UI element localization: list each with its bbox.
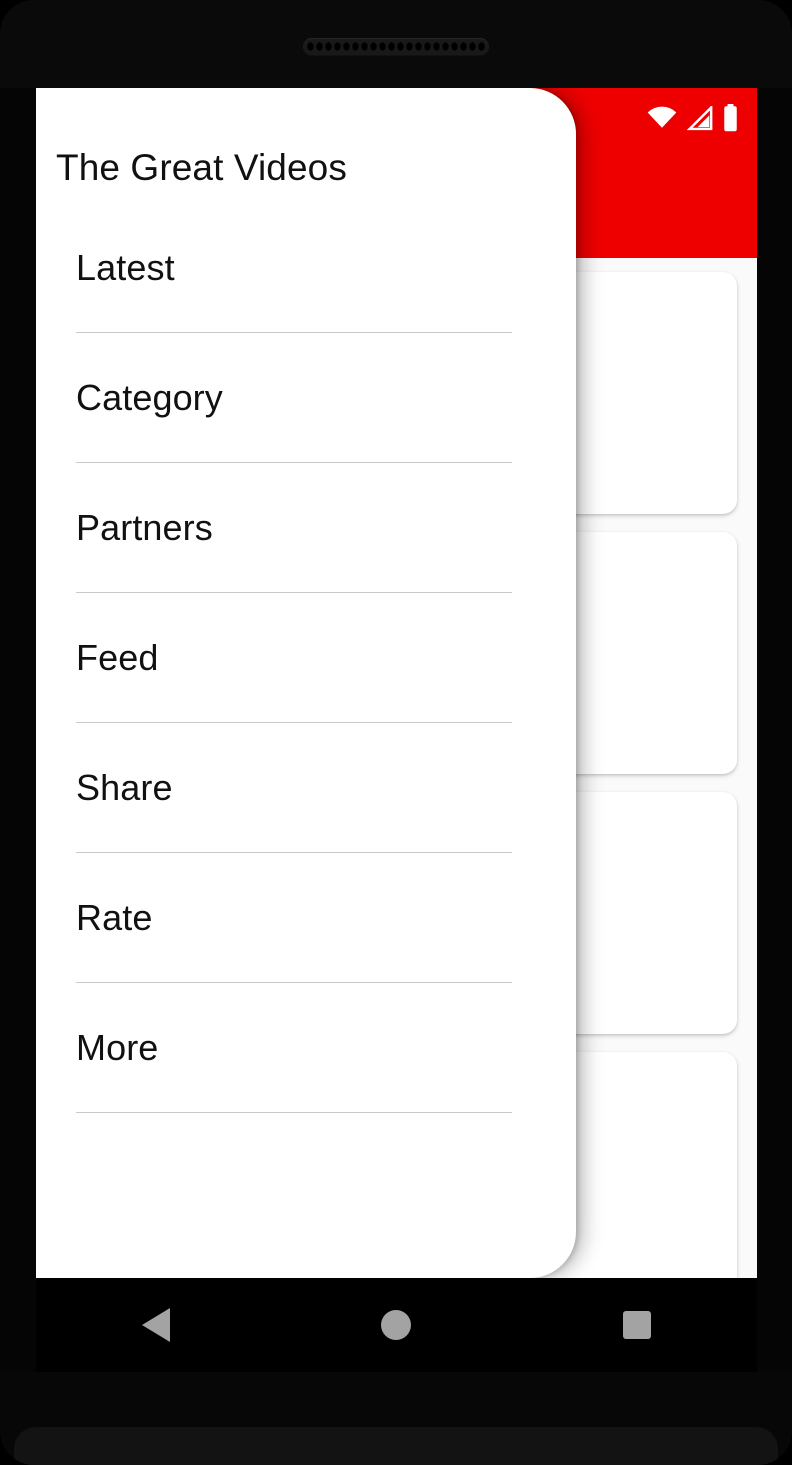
battery-full-icon xyxy=(724,104,737,132)
sidebar-item-feed[interactable]: Feed xyxy=(36,593,576,723)
back-triangle-icon xyxy=(142,1308,171,1342)
recents-button[interactable] xyxy=(592,1278,682,1372)
sidebar-item-label: Partners xyxy=(76,507,213,548)
speaker-grille-icon xyxy=(303,38,489,55)
back-button[interactable] xyxy=(111,1278,201,1372)
navigation-drawer[interactable]: The Great Videos Latest Category Partner… xyxy=(36,88,576,1278)
sidebar-item-label: Feed xyxy=(76,637,159,678)
drawer-header: The Great Videos xyxy=(36,88,576,203)
android-nav-bar xyxy=(36,1278,757,1372)
sidebar-item-label: Share xyxy=(76,767,173,808)
wifi-icon xyxy=(647,106,677,128)
sidebar-item-rate[interactable]: Rate xyxy=(36,853,576,983)
recents-square-icon xyxy=(622,1311,651,1339)
divider xyxy=(76,1112,512,1113)
home-circle-icon xyxy=(381,1310,412,1340)
cellular-signal-icon xyxy=(686,105,713,130)
sidebar-item-partners[interactable]: Partners xyxy=(36,463,576,593)
device-top-bezel xyxy=(0,0,792,88)
phone-screen: kard against... (2015) 015) A lents d...… xyxy=(36,88,757,1278)
status-bar-right xyxy=(647,104,739,132)
sidebar-item-label: Rate xyxy=(76,897,153,938)
home-button[interactable] xyxy=(351,1278,441,1372)
sidebar-item-latest[interactable]: Latest xyxy=(36,203,576,333)
sidebar-item-share[interactable]: Share xyxy=(36,723,576,853)
sidebar-item-label: Category xyxy=(76,377,223,418)
sidebar-item-label: Latest xyxy=(76,247,175,288)
device-frame: kard against... (2015) 015) A lents d...… xyxy=(0,0,792,1465)
sidebar-item-more[interactable]: More xyxy=(36,983,576,1113)
device-chin-accent xyxy=(14,1427,778,1465)
app-title: The Great Videos xyxy=(56,147,347,188)
sidebar-item-category[interactable]: Category xyxy=(36,333,576,463)
sidebar-item-label: More xyxy=(76,1027,159,1068)
drawer-menu: Latest Category Partners Feed Share Rate… xyxy=(36,203,576,1113)
